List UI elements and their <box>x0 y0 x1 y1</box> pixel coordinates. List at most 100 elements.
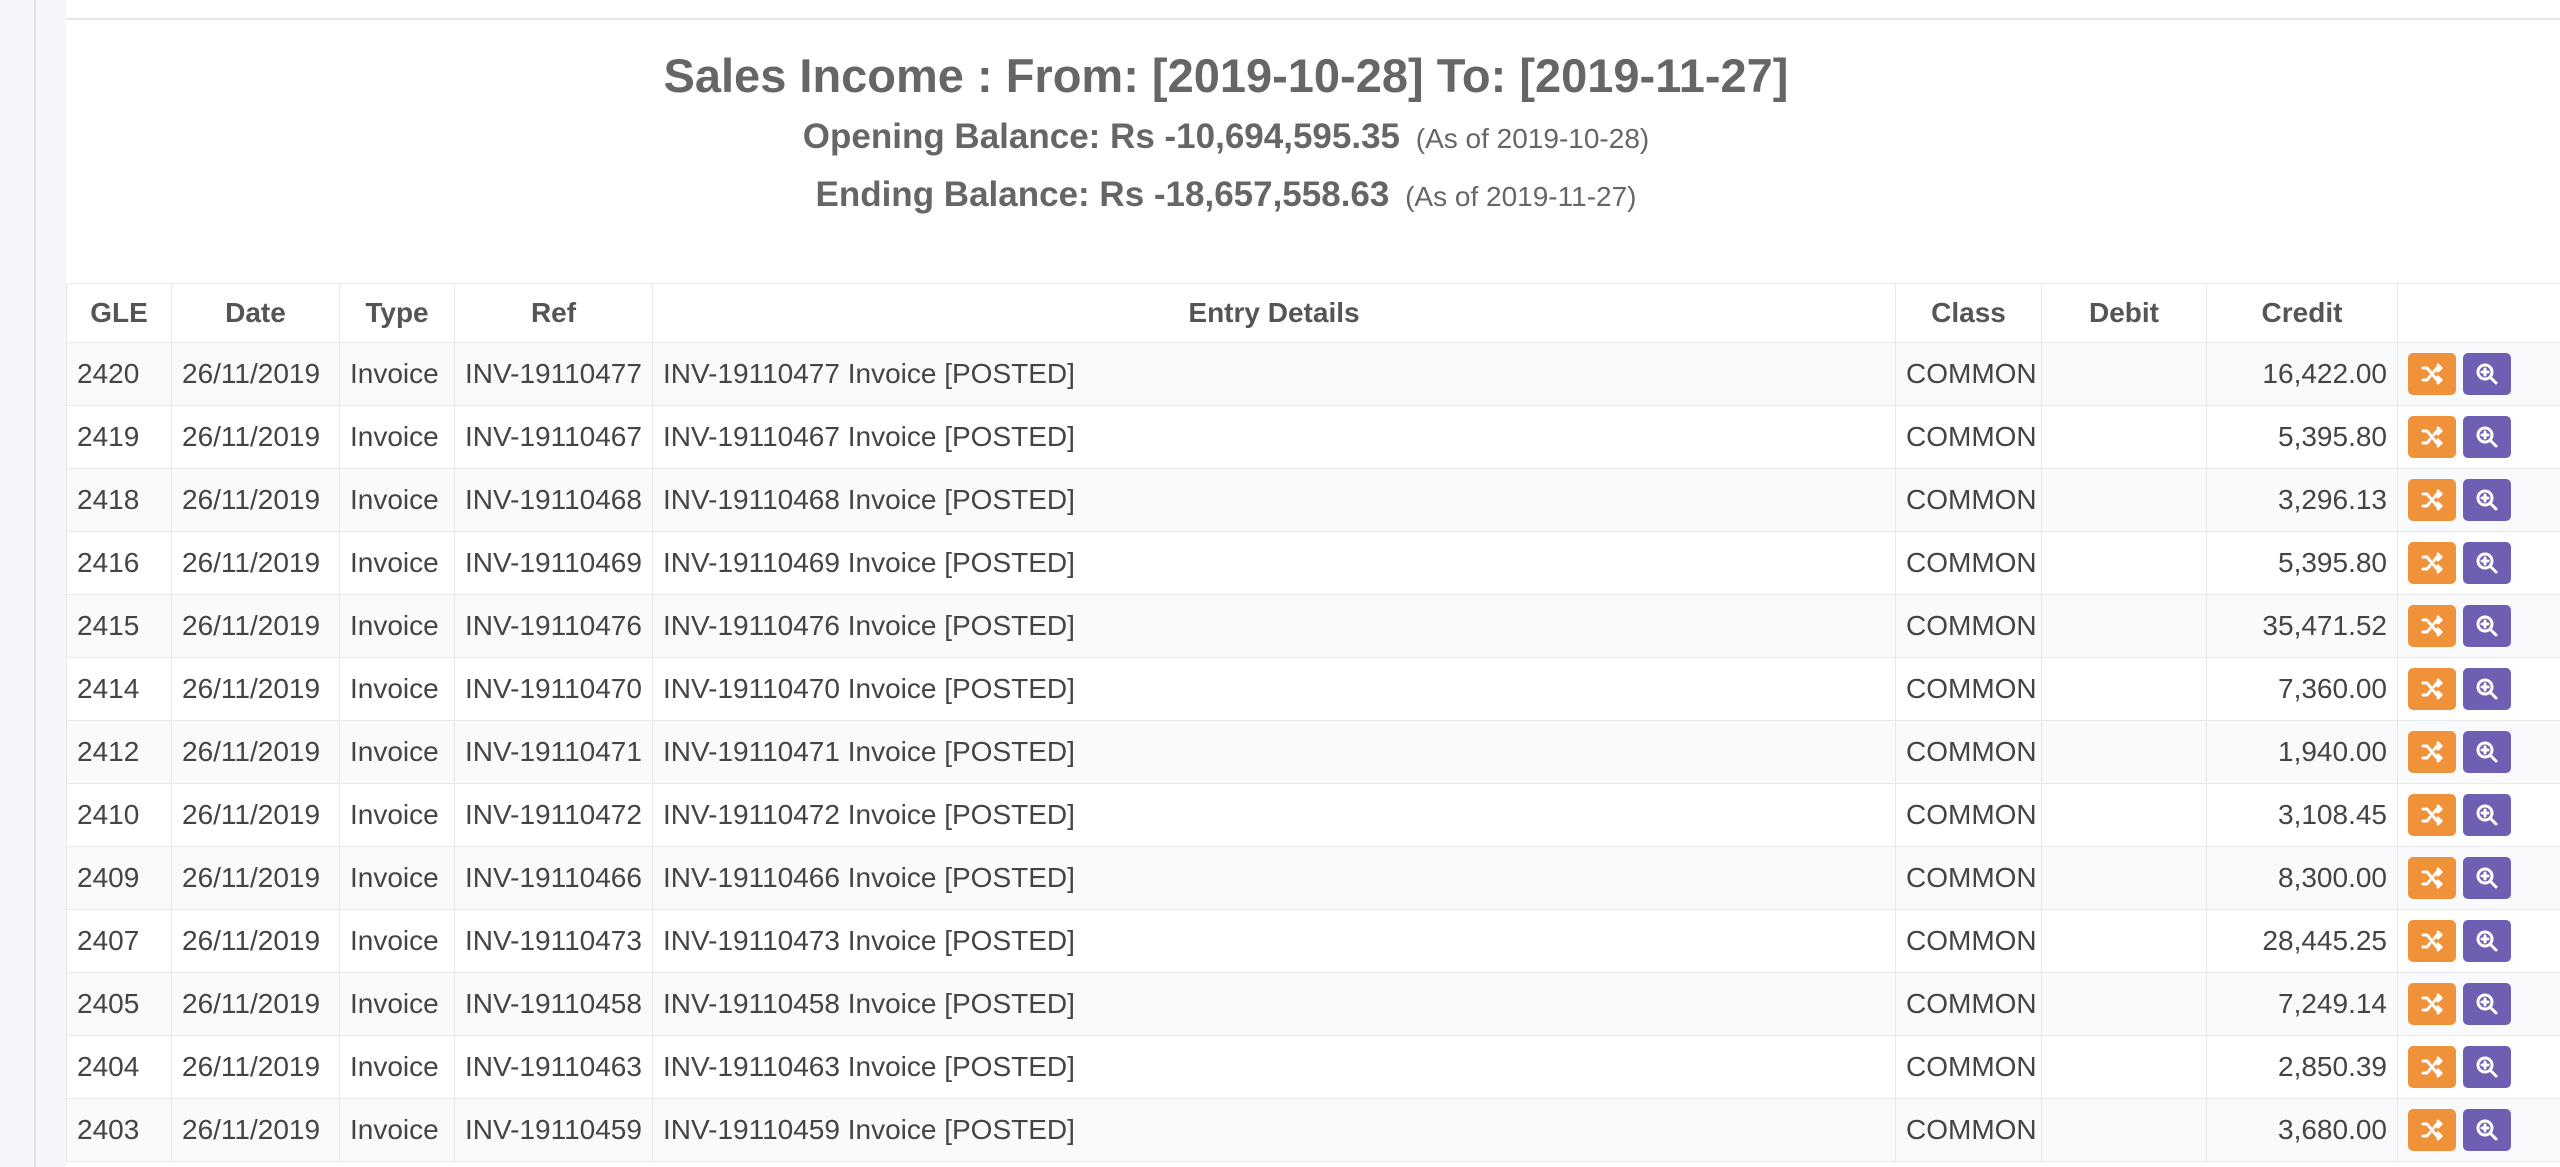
cell-gle: 2416 <box>66 531 172 595</box>
cell-credit: 28,445.25 <box>2206 909 2398 973</box>
column-header-gle[interactable]: GLE <box>66 283 172 343</box>
cell-gle: 2407 <box>66 909 172 973</box>
cell-type: Invoice <box>339 405 455 469</box>
reallocate-button[interactable] <box>2408 542 2456 584</box>
opening-balance-value: Opening Balance: Rs -10,694,595.35 <box>802 117 1401 156</box>
cell-entry-details: INV-19110470 Invoice [POSTED] <box>652 657 1896 721</box>
cell-actions <box>2397 972 2560 1036</box>
ledger-table: GLE Date Type Ref Entry Details Class De… <box>66 283 2560 1162</box>
view-entry-button[interactable] <box>2463 983 2511 1025</box>
cell-class: COMMON <box>1895 342 2042 406</box>
view-entry-button[interactable] <box>2463 353 2511 395</box>
cell-debit <box>2041 405 2207 469</box>
cell-debit <box>2041 909 2207 973</box>
column-header-date[interactable]: Date <box>171 283 340 343</box>
column-header-ref[interactable]: Ref <box>454 283 653 343</box>
cell-entry-details: INV-19110466 Invoice [POSTED] <box>652 846 1896 910</box>
cell-date: 26/11/2019 <box>171 342 340 406</box>
cell-class: COMMON <box>1895 531 2042 595</box>
ending-balance-value: Ending Balance: Rs -18,657,558.63 <box>815 175 1390 214</box>
report-panel: Sales Income : From: [2019-10-28] To: [2… <box>66 0 2560 1167</box>
cell-actions <box>2397 846 2560 910</box>
shuffle-icon <box>2421 615 2443 637</box>
cell-gle: 2419 <box>66 405 172 469</box>
cell-debit <box>2041 720 2207 784</box>
table-row: 2405 26/11/2019 Invoice INV-19110458 INV-191… <box>66 972 2560 1036</box>
reallocate-button[interactable] <box>2408 605 2456 647</box>
view-entry-button[interactable] <box>2463 857 2511 899</box>
reallocate-button[interactable] <box>2408 416 2456 458</box>
cell-entry-details: INV-19110471 Invoice [POSTED] <box>652 720 1896 784</box>
cell-debit <box>2041 972 2207 1036</box>
reallocate-button[interactable] <box>2408 920 2456 962</box>
zoom-in-icon <box>2476 489 2498 511</box>
view-entry-button[interactable] <box>2463 416 2511 458</box>
column-header-class[interactable]: Class <box>1895 283 2042 343</box>
cell-class: COMMON <box>1895 846 2042 910</box>
cell-entry-details: INV-19110476 Invoice [POSTED] <box>652 594 1896 658</box>
cell-gle: 2410 <box>66 783 172 847</box>
shuffle-icon <box>2421 552 2443 574</box>
table-row: 2407 26/11/2019 Invoice INV-19110473 INV-191… <box>66 909 2560 973</box>
cell-debit <box>2041 342 2207 406</box>
reallocate-button[interactable] <box>2408 983 2456 1025</box>
reallocate-button[interactable] <box>2408 1046 2456 1088</box>
cell-date: 26/11/2019 <box>171 846 340 910</box>
zoom-in-icon <box>2476 867 2498 889</box>
cell-debit <box>2041 531 2207 595</box>
reallocate-button[interactable] <box>2408 794 2456 836</box>
cell-credit: 7,249.14 <box>2206 972 2398 1036</box>
cell-credit: 35,471.52 <box>2206 594 2398 658</box>
shuffle-icon <box>2421 867 2443 889</box>
cell-ref: INV-19110473 <box>454 909 653 973</box>
cell-credit: 3,680.00 <box>2206 1098 2398 1162</box>
cell-ref: INV-19110470 <box>454 657 653 721</box>
cell-entry-details: INV-19110467 Invoice [POSTED] <box>652 405 1896 469</box>
view-entry-button[interactable] <box>2463 605 2511 647</box>
cell-ref: INV-19110476 <box>454 594 653 658</box>
cell-type: Invoice <box>339 972 455 1036</box>
table-row: 2418 26/11/2019 Invoice INV-19110468 INV-191… <box>66 468 2560 532</box>
table-header-row: GLE Date Type Ref Entry Details Class De… <box>66 283 2560 343</box>
cell-ref: INV-19110468 <box>454 468 653 532</box>
cell-date: 26/11/2019 <box>171 972 340 1036</box>
reallocate-button[interactable] <box>2408 857 2456 899</box>
cell-actions <box>2397 594 2560 658</box>
cell-type: Invoice <box>339 783 455 847</box>
reallocate-button[interactable] <box>2408 668 2456 710</box>
view-entry-button[interactable] <box>2463 1046 2511 1088</box>
reallocate-button[interactable] <box>2408 731 2456 773</box>
cell-class: COMMON <box>1895 405 2042 469</box>
cell-ref: INV-19110466 <box>454 846 653 910</box>
column-header-debit[interactable]: Debit <box>2041 283 2207 343</box>
cell-entry-details: INV-19110473 Invoice [POSTED] <box>652 909 1896 973</box>
zoom-in-icon <box>2476 615 2498 637</box>
cell-gle: 2409 <box>66 846 172 910</box>
table-row: 2409 26/11/2019 Invoice INV-19110466 INV-191… <box>66 846 2560 910</box>
cell-ref: INV-19110459 <box>454 1098 653 1162</box>
cell-debit <box>2041 846 2207 910</box>
reallocate-button[interactable] <box>2408 1109 2456 1151</box>
reallocate-button[interactable] <box>2408 479 2456 521</box>
cell-ref: INV-19110463 <box>454 1035 653 1099</box>
cell-entry-details: INV-19110477 Invoice [POSTED] <box>652 342 1896 406</box>
cell-gle: 2414 <box>66 657 172 721</box>
zoom-in-icon <box>2476 741 2498 763</box>
view-entry-button[interactable] <box>2463 794 2511 836</box>
cell-debit <box>2041 468 2207 532</box>
column-header-type[interactable]: Type <box>339 283 455 343</box>
cell-class: COMMON <box>1895 783 2042 847</box>
view-entry-button[interactable] <box>2463 542 2511 584</box>
view-entry-button[interactable] <box>2463 1109 2511 1151</box>
cell-actions <box>2397 909 2560 973</box>
cell-gle: 2420 <box>66 342 172 406</box>
column-header-entry-details[interactable]: Entry Details <box>652 283 1896 343</box>
cell-gle: 2404 <box>66 1035 172 1099</box>
view-entry-button[interactable] <box>2463 920 2511 962</box>
reallocate-button[interactable] <box>2408 353 2456 395</box>
view-entry-button[interactable] <box>2463 479 2511 521</box>
shuffle-icon <box>2421 426 2443 448</box>
view-entry-button[interactable] <box>2463 668 2511 710</box>
view-entry-button[interactable] <box>2463 731 2511 773</box>
column-header-credit[interactable]: Credit <box>2206 283 2398 343</box>
